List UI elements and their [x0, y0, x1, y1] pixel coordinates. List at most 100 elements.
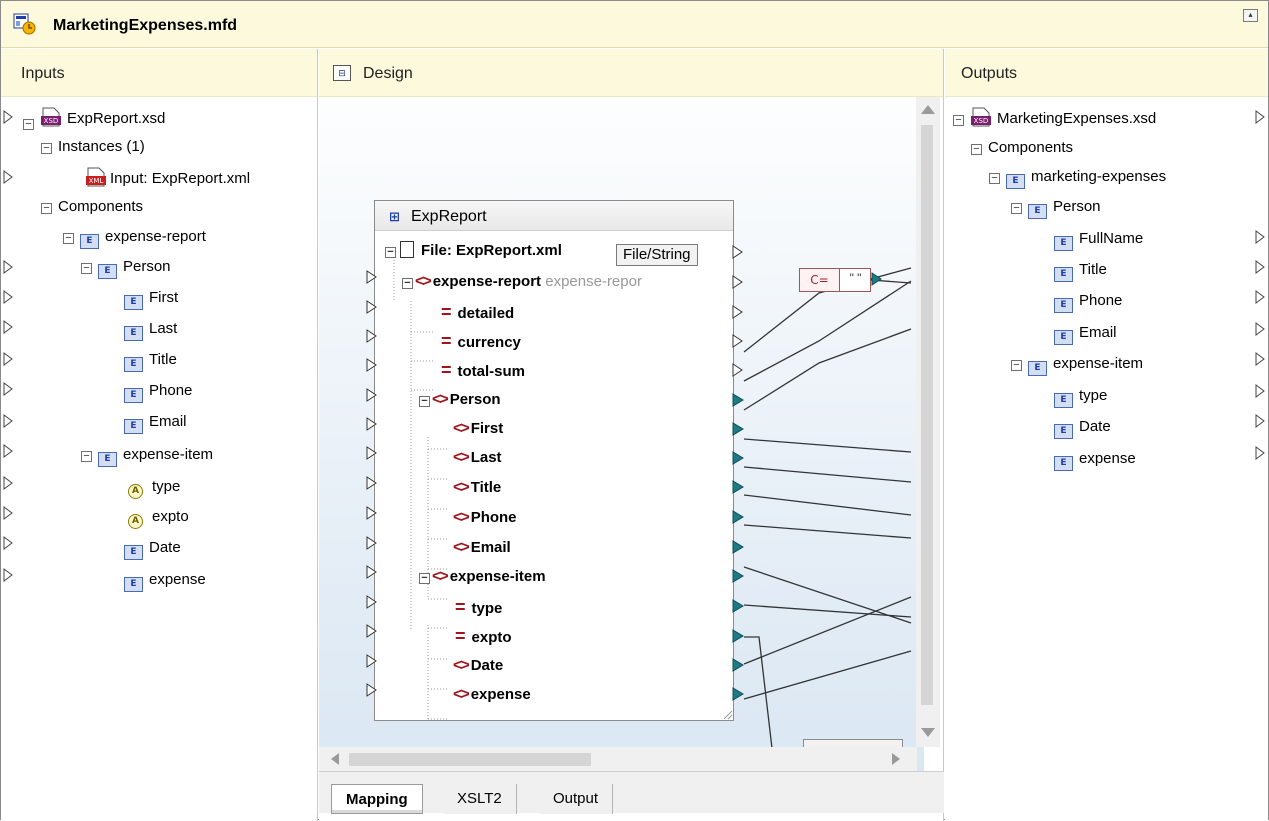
- tree-item-date[interactable]: E Date: [124, 538, 181, 560]
- comp-row-expense[interactable]: <> expense: [453, 685, 531, 705]
- tree-item-out-phone[interactable]: E Phone: [1054, 291, 1122, 313]
- instance-file-label: Input: ExpReport.xml: [110, 170, 251, 187]
- tree-item-out-email[interactable]: E Email: [1054, 323, 1117, 345]
- collapse-toggle[interactable]: −: [1011, 203, 1022, 214]
- tree-guides: [393, 251, 449, 720]
- comp-row-first[interactable]: <> First: [453, 419, 503, 439]
- element-tag-icon: <>: [415, 273, 432, 290]
- instances-label: Instances (1): [58, 138, 145, 155]
- comp-row-email[interactable]: <> Email: [453, 538, 511, 558]
- tree-item-marketing-expenses[interactable]: − Emarketing-expenses: [989, 167, 1166, 189]
- file-string-button[interactable]: File/String: [616, 244, 698, 266]
- comp-row-phone[interactable]: <> Phone: [453, 508, 517, 528]
- attribute-eq-icon: =: [455, 597, 466, 617]
- collapse-toggle[interactable]: −: [402, 278, 413, 289]
- outputs-pane: Outputs − XSD MarketingExpenses.xsd − Compo…: [945, 49, 1268, 821]
- attribute-label: type: [152, 478, 181, 495]
- comp-row-expense-item[interactable]: − <> expense-item: [419, 567, 546, 587]
- comp-row-expto[interactable]: = expto: [455, 626, 512, 646]
- vertical-scroll-thumb[interactable]: [921, 125, 933, 705]
- tree-item-expense-report[interactable]: − Eexpense-report: [63, 227, 206, 249]
- output-connectors[interactable]: [1255, 107, 1267, 467]
- collapse-toggle[interactable]: −: [41, 143, 52, 154]
- expreport-component[interactable]: ⊞ ExpReport − File: ExpReport.xml File/S…: [374, 200, 734, 721]
- collapse-toggle[interactable]: −: [385, 247, 396, 258]
- restore-button[interactable]: ▴: [1243, 9, 1258, 22]
- collapse-toggle[interactable]: −: [419, 396, 430, 407]
- element-icon: E: [1054, 424, 1073, 439]
- collapse-toggle[interactable]: −: [419, 573, 430, 584]
- collapse-toggle[interactable]: −: [989, 173, 1000, 184]
- constant-component[interactable]: C= " ": [799, 268, 871, 292]
- collapse-toggle[interactable]: −: [971, 144, 982, 155]
- tree-item-out-expense[interactable]: Eexpense: [1054, 449, 1136, 471]
- scroll-right-icon[interactable]: [892, 753, 900, 765]
- constant-output-connector[interactable]: [871, 272, 883, 286]
- scroll-left-icon[interactable]: [331, 753, 339, 765]
- tree-item-last[interactable]: E Last: [124, 319, 177, 341]
- attribute-eq-icon: =: [455, 626, 466, 646]
- horizontal-scrollbar[interactable]: [319, 747, 917, 771]
- tree-item-first[interactable]: E First: [124, 288, 178, 310]
- tree-item-type[interactable]: Atype: [128, 477, 181, 499]
- comp-row-type[interactable]: = type: [455, 597, 502, 617]
- input-schema-name: ExpReport.xsd: [67, 110, 166, 127]
- collapse-toggle[interactable]: −: [81, 263, 92, 274]
- mapping-window: MarketingExpenses.mfd ▴ Inputs − XSD Exp…: [0, 0, 1269, 821]
- svg-text:XSD: XSD: [974, 117, 989, 125]
- vertical-scrollbar[interactable]: [916, 97, 940, 747]
- tab-output[interactable]: Output: [539, 784, 614, 814]
- tree-item-phone[interactable]: E Phone: [124, 381, 192, 403]
- component-input-connectors[interactable]: [366, 270, 378, 710]
- tree-item-out-title[interactable]: E Title: [1054, 260, 1107, 282]
- tree-item-out-expense-item[interactable]: − Eexpense-item: [1011, 354, 1143, 376]
- tree-item-instance-file[interactable]: XML Input: ExpReport.xml: [85, 167, 250, 187]
- scroll-down-icon[interactable]: [921, 728, 935, 737]
- collapse-toggle[interactable]: −: [63, 233, 74, 244]
- tree-item-expense-item[interactable]: − Eexpense-item: [81, 445, 214, 467]
- tree-item-person[interactable]: − E Person: [81, 257, 171, 279]
- comp-row-currency[interactable]: = currency: [441, 331, 521, 351]
- collapse-toggle[interactable]: −: [953, 115, 964, 126]
- tree-item-instances[interactable]: − Instances (1): [41, 137, 145, 157]
- collapse-toggle[interactable]: −: [41, 203, 52, 214]
- collapse-toggle[interactable]: −: [23, 119, 34, 130]
- comp-row-person[interactable]: − <> Person: [419, 390, 501, 410]
- tab-xslt2[interactable]: XSLT2: [443, 784, 517, 814]
- tree-item-expense[interactable]: Eexpense: [124, 570, 206, 592]
- element-label: expense-item: [123, 446, 214, 463]
- tree-item-out-type[interactable]: Etype: [1054, 386, 1107, 408]
- component-output-connectors[interactable]: [732, 245, 746, 715]
- tree-item-email[interactable]: E Email: [124, 412, 187, 434]
- svg-text:XSD: XSD: [44, 117, 59, 125]
- element-label: Email: [470, 539, 511, 556]
- tree-item-title[interactable]: E Title: [124, 350, 177, 372]
- comp-file-row[interactable]: − File: ExpReport.xml: [385, 241, 562, 261]
- element-icon: E: [1054, 236, 1073, 251]
- tree-item-out-date[interactable]: E Date: [1054, 417, 1111, 439]
- collapse-toggle[interactable]: −: [81, 451, 92, 462]
- tree-item-out-person[interactable]: − E Person: [1011, 197, 1101, 219]
- comp-row-last[interactable]: <> Last: [453, 448, 502, 468]
- input-connectors[interactable]: [3, 107, 15, 597]
- tree-item-expto[interactable]: Aexpto: [128, 507, 189, 529]
- comp-row-detailed[interactable]: = detailed: [441, 302, 514, 322]
- comp-row-expense-report[interactable]: − <> expense-report expense-repor: [402, 272, 642, 292]
- tab-mapping[interactable]: Mapping: [331, 784, 423, 814]
- collapse-toggle[interactable]: −: [1011, 360, 1022, 371]
- comp-row-total-sum[interactable]: = total-sum: [441, 360, 525, 380]
- tree-item-marketing-xsd[interactable]: − XSD MarketingExpenses.xsd: [953, 107, 1156, 127]
- inputs-pane: Inputs − XSD ExpReport.xsd − Instances (…: [1, 49, 318, 821]
- comp-row-date[interactable]: <> Date: [453, 656, 503, 676]
- scroll-up-icon[interactable]: [921, 105, 935, 114]
- comp-row-title[interactable]: <> Title: [453, 478, 501, 498]
- tree-item-fullname[interactable]: E FullName: [1054, 229, 1143, 251]
- xml-file-icon: XML: [85, 167, 107, 187]
- tree-item-components[interactable]: − Components: [41, 197, 143, 217]
- tree-item-expreport-xsd[interactable]: − XSD ExpReport.xsd: [23, 107, 166, 130]
- element-icon: E: [124, 388, 143, 403]
- element-label: Email: [1079, 324, 1117, 341]
- mapping-canvas[interactable]: C= " " ⊞ ExpReport − File: ExpReport.xml…: [319, 97, 924, 799]
- tree-item-out-components[interactable]: − Components: [971, 138, 1073, 158]
- horizontal-scroll-thumb[interactable]: [349, 753, 591, 766]
